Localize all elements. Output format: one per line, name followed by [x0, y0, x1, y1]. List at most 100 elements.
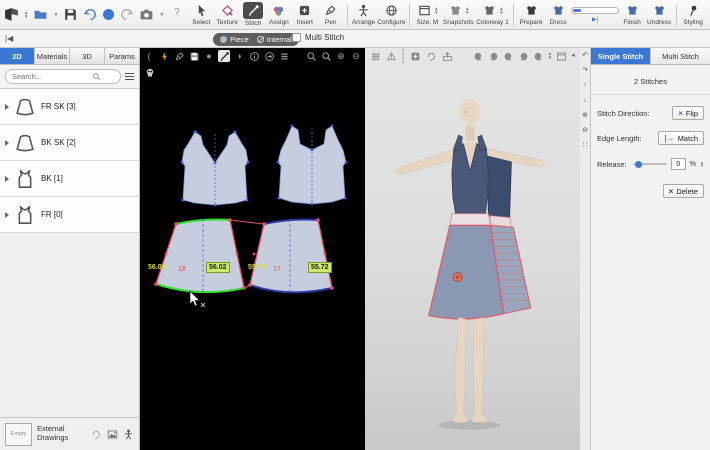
disclosure-triangle-icon[interactable]: [5, 176, 9, 182]
zoom-fit-icon[interactable]: [305, 50, 317, 62]
simulation-progress-slider[interactable]: [571, 7, 619, 14]
image-icon[interactable]: [107, 429, 118, 440]
edge-length-box-left[interactable]: 56.02: [206, 262, 230, 273]
stitch-mode-icon[interactable]: [218, 50, 230, 62]
fit-view-icon[interactable]: ∷: [583, 142, 587, 150]
zoom-out-icon[interactable]: ⊖: [582, 127, 588, 135]
size-spinner[interactable]: ▲▼: [434, 7, 438, 15]
play-step-label[interactable]: ▶|: [592, 16, 598, 23]
undo-icon[interactable]: [83, 7, 98, 22]
match-button[interactable]: |→ Match: [658, 131, 704, 145]
pattern-2d-canvas[interactable]: ( ● ◑ ⊕ ⊖: [140, 48, 365, 450]
open-file-icon[interactable]: [33, 7, 48, 22]
list-item-bk[interactable]: BK [1]: [0, 161, 139, 197]
multi-stitch-checkbox-row[interactable]: Multi Stitch: [292, 33, 344, 42]
refresh-icon[interactable]: [91, 429, 102, 440]
avatar-figure-icon[interactable]: [123, 429, 134, 440]
undo-curve-icon[interactable]: ↶: [582, 52, 588, 60]
delete-button[interactable]: × Delete: [663, 184, 704, 198]
external-drawing-thumbnail[interactable]: Empty: [5, 423, 32, 446]
bracket-icon[interactable]: (: [143, 50, 155, 62]
toggle-option-internal[interactable]: Internal: [257, 35, 292, 44]
highlight-bolt-icon[interactable]: [158, 50, 170, 62]
list-item-bk-sk[interactable]: BK SK [2]: [0, 125, 139, 161]
zoom-area-icon[interactable]: [320, 50, 332, 62]
tool-colorway[interactable]: ▲▼ Colorway 1: [475, 3, 510, 26]
redo-icon[interactable]: [119, 7, 134, 22]
edge-length-box-right[interactable]: 55.72: [308, 262, 332, 273]
info-icon[interactable]: [248, 50, 260, 62]
disclosure-triangle-icon[interactable]: [5, 104, 9, 110]
tool-arrange[interactable]: Arrange: [350, 3, 376, 26]
tab-2d[interactable]: 2D: [0, 48, 35, 64]
tool-size[interactable]: ▲▼ Size: M: [413, 3, 441, 26]
tool-prepare[interactable]: Prepare: [517, 3, 545, 26]
avatar-head-icon[interactable]: [488, 50, 500, 62]
release-spinner[interactable]: ▲▼: [700, 161, 704, 168]
multi-stitch-checkbox[interactable]: [292, 33, 301, 42]
add-box-icon[interactable]: [409, 50, 421, 62]
tool-stitch[interactable]: Stitch: [240, 2, 266, 27]
tab-multi-stitch[interactable]: Multi Stitch: [651, 48, 710, 64]
tool-texture[interactable]: Texture: [214, 3, 240, 26]
tool-assign[interactable]: Assign: [266, 3, 292, 26]
zoom-out-icon[interactable]: ⊖: [350, 50, 362, 62]
snapshots-spinner[interactable]: ▲▼: [465, 7, 469, 15]
move-down-icon[interactable]: ↓: [583, 97, 587, 105]
help-icon[interactable]: ?: [169, 7, 184, 22]
tool-insert[interactable]: Insert: [292, 3, 318, 26]
search-box[interactable]: [5, 69, 121, 84]
tab-materials[interactable]: Materials: [35, 48, 70, 64]
edit-pen-icon[interactable]: [173, 50, 185, 62]
list-item-fr-sk[interactable]: FR SK [3]: [0, 89, 139, 125]
arrow-circle-icon[interactable]: [263, 50, 275, 62]
release-slider[interactable]: [633, 163, 667, 165]
panel-arrow-icon[interactable]: ◄: [570, 53, 576, 59]
grid-icon[interactable]: [369, 50, 381, 62]
redo-curve-icon[interactable]: ↷: [582, 67, 588, 75]
tab-single-stitch[interactable]: Single Stitch: [591, 48, 651, 64]
zoom-in-icon[interactable]: ⊕: [335, 50, 347, 62]
camera-chevron-icon[interactable]: ▼: [159, 12, 164, 18]
search-input[interactable]: [12, 72, 92, 81]
tool-pen[interactable]: Pen: [318, 3, 344, 26]
app-switcher-spinner[interactable]: ▲▼: [24, 11, 28, 19]
colorway-spinner[interactable]: ▲▼: [499, 7, 503, 15]
dark-circle-icon[interactable]: ●: [203, 50, 215, 62]
zoom-in-icon[interactable]: ⊕: [582, 112, 588, 120]
tool-snapshots[interactable]: ▲▼ Snapshots: [442, 3, 475, 26]
list-item-fr[interactable]: FR [0]: [0, 197, 139, 233]
tool-configure[interactable]: Configure: [376, 3, 406, 26]
tab-3d[interactable]: 3D: [70, 48, 105, 64]
half-circle-icon[interactable]: ◑: [233, 50, 245, 62]
list-options-icon[interactable]: [125, 73, 134, 81]
layer-list-icon[interactable]: [278, 50, 290, 62]
toggle-option-piece[interactable]: Piece: [220, 35, 249, 44]
release-slider-knob[interactable]: [635, 161, 642, 168]
export-up-icon[interactable]: [441, 50, 453, 62]
avatar-3d-viewport[interactable]: | ▲▼ ◄: [365, 48, 580, 450]
collapse-panel-icon[interactable]: |◀: [5, 34, 13, 43]
save-icon[interactable]: [63, 7, 78, 22]
avatar-head-icon[interactable]: [473, 50, 485, 62]
flip-button[interactable]: × Flip: [672, 106, 704, 120]
window-layout-icon[interactable]: [555, 50, 567, 62]
move-up-icon[interactable]: ↑: [583, 82, 587, 90]
avatar-view-spinner[interactable]: ▲▼: [548, 52, 552, 60]
tool-dress[interactable]: Dress: [545, 3, 571, 26]
app-logo[interactable]: [4, 7, 19, 22]
sync-icon[interactable]: [103, 9, 114, 20]
piece-internal-toggle[interactable]: Piece Internal: [213, 33, 299, 46]
disclosure-triangle-icon[interactable]: [5, 140, 9, 146]
tool-finish[interactable]: Finish: [619, 3, 645, 26]
tool-undress[interactable]: Undress: [645, 3, 673, 26]
prism-icon[interactable]: [385, 50, 397, 62]
tool-styling[interactable]: Styling: [680, 3, 706, 26]
tab-params[interactable]: Params: [105, 48, 139, 64]
disclosure-triangle-icon[interactable]: [5, 212, 9, 218]
tool-select[interactable]: Select: [188, 3, 214, 26]
open-file-chevron-icon[interactable]: ▼: [53, 12, 58, 18]
avatar-head-icon[interactable]: [533, 50, 545, 62]
rotate-view-icon[interactable]: [425, 50, 437, 62]
release-value-input[interactable]: 0: [671, 158, 686, 170]
